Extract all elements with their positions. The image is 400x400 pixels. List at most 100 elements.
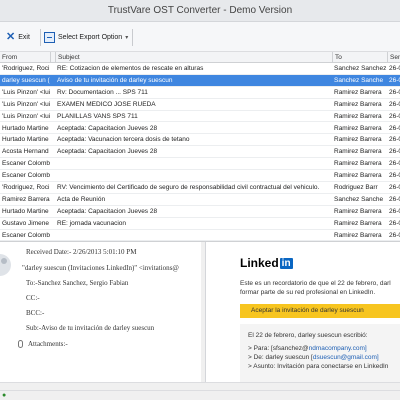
column-header-subject[interactable]: Subject	[55, 52, 332, 63]
to-line: To:-Sanchez Sanchez, Sergio Fabian	[26, 279, 129, 287]
cell-to: Sanchez Sanche	[334, 195, 384, 203]
cell-from: Acosta Hernand	[2, 148, 49, 156]
cell-from: Hurtado Martine	[2, 207, 49, 215]
cell-to: Ramirez Barrera	[334, 172, 382, 180]
table-row[interactable]: 'Luis Pinzon' <lui Rv: Documentacion ... …	[0, 87, 400, 99]
cell-from: Hurtado Martine	[2, 124, 49, 132]
cell-from: Gustavo Jimene	[2, 219, 49, 227]
message-list: From Subject To Sent 'Rodriguez, Roci RE:…	[0, 52, 400, 241]
table-row[interactable]: Ramirez Barrera Acta de Reunión Sanchez Sa…	[0, 194, 400, 206]
cell-from: Escaner Colomb	[2, 160, 50, 168]
cell-from: 'Luis Pinzon' <lui	[2, 88, 50, 96]
cell-to: Rodriguez Barr	[334, 184, 378, 191]
table-row[interactable]: Escaner Colomb Ramirez Barrera 26-0	[0, 230, 400, 241]
quoted-from-link[interactable]: dsuescun@gmail.com]	[313, 354, 379, 361]
cell-sent: 26-0	[389, 136, 400, 144]
cell-from: Hurtado Martine	[2, 136, 49, 144]
cell-sent: 26-0	[389, 148, 400, 156]
toolbar: ✕ Exit Select Export Option ▾	[0, 22, 400, 52]
cell-subject: RE: Cotizacion de elementos de rescate e…	[57, 65, 204, 72]
status-bar: ●	[0, 390, 400, 400]
cell-sent: 26-0	[389, 65, 400, 72]
toolbar-divider	[40, 29, 41, 46]
quoted-header: El 22 de febrero, darley suescun escribi…	[248, 332, 368, 339]
cell-to: Ramirez Barrera	[334, 219, 382, 227]
cell-to: Ramirez Barrera	[334, 136, 382, 144]
export-icon	[44, 32, 55, 43]
cell-sent: 26-0	[389, 124, 400, 132]
cell-subject: EXAMEN MEDICO JOSE RUEDA	[57, 100, 156, 108]
avatar	[0, 254, 11, 276]
table-row[interactable]: 'Rodriguez, Roci RV: Vencimiento del Cert…	[0, 182, 400, 194]
cell-subject: RV: Vencimiento del Certificado de segur…	[57, 184, 320, 191]
cell-to: Ramirez Barrera	[334, 148, 382, 156]
cell-from: 'Luis Pinzon' <lui	[2, 100, 50, 108]
table-row[interactable]: 'Rodriguez, Roci RE: Cotizacion de elemen…	[0, 63, 400, 75]
status-icon: ●	[2, 392, 7, 399]
table-row[interactable]: Gustavo Jimene RE: jornada vacunacion Rami…	[0, 218, 400, 230]
cell-sent: 26-0	[389, 207, 400, 215]
title-bar: TrustVare OST Converter - Demo Version	[0, 0, 400, 22]
cell-sent: 26-0	[389, 231, 400, 239]
table-row[interactable]: Hurtado Martine Aceptada: Vacunacion terc…	[0, 134, 400, 147]
table-row[interactable]: Acosta Hernand Aceptada: Capacitacion Jue…	[0, 146, 400, 159]
message-details-pane: Received Date:- 2/26/2013 5:01:10 PM "da…	[0, 242, 205, 382]
cell-subject	[55, 230, 332, 241]
cell-sent: 26-0	[389, 219, 400, 227]
cell-subject: Aviso de tu invitación de darley suescun	[57, 76, 173, 84]
bcc-line: BCC:-	[26, 309, 45, 317]
intro-line-1: Este es un recordatorio de que el 22 de …	[240, 280, 391, 287]
cell-subject	[55, 170, 332, 181]
exit-label: Exit	[18, 34, 30, 41]
cell-to: Ramirez Barrera	[334, 207, 382, 215]
cell-sent: 26-0	[389, 88, 400, 96]
cell-subject: PLANILLAS VANS SPS 711	[57, 112, 138, 120]
exit-button[interactable]: ✕ Exit	[6, 30, 30, 45]
select-export-option-button[interactable]: Select Export Option ▾	[44, 30, 128, 45]
cell-sent: 26-0	[389, 160, 400, 168]
cell-subject	[55, 158, 332, 169]
table-row[interactable]: Hurtado Martine Aceptada: Capacitacion Ju…	[0, 206, 400, 218]
table-row[interactable]: Hurtado Martine Aceptada: Capacitacion Ju…	[0, 123, 400, 135]
quoted-to-line: > Para: [sfsanchez@ndmacompany.com]	[248, 345, 367, 352]
cell-from: Ramirez Barrera	[2, 195, 50, 203]
cell-from: 'Rodriguez, Roci	[2, 184, 50, 191]
cell-sent: 26-0	[389, 100, 400, 108]
quoted-subject-line: > Asunto: Invitación para conectarse en …	[248, 363, 389, 370]
chevron-down-icon: ▾	[125, 35, 129, 41]
horizontal-scrollbar[interactable]	[0, 382, 400, 390]
table-row[interactable]: Escaner Colomb Ramirez Barrera 26-0	[0, 158, 400, 171]
column-header-from[interactable]: From	[0, 52, 50, 63]
cell-sent: 26-0	[389, 112, 400, 120]
linkedin-logo: Linked in	[240, 256, 293, 270]
cell-to: Sanchez Sanche	[334, 76, 384, 84]
quoted-message-box: El 22 de febrero, darley suescun escribi…	[240, 324, 400, 382]
paperclip-icon	[18, 340, 23, 348]
cell-to: Ramirez Barrera	[334, 112, 382, 120]
cell-from: 'Rodriguez, Roci	[2, 65, 50, 72]
quoted-to-link[interactable]: ndmacompany.com]	[309, 345, 367, 352]
cell-to: Ramirez Barrera	[334, 100, 382, 108]
attachments-line: Attachments:-	[28, 340, 68, 348]
cell-to: Ramirez Barrera	[334, 88, 382, 96]
window-title: TrustVare OST Converter - Demo Version	[107, 5, 293, 16]
table-row[interactable]: 'Luis Pinzon' <lui PLANILLAS VANS SPS 711…	[0, 111, 400, 123]
cell-from: Escaner Colomb	[2, 231, 50, 239]
table-row[interactable]: Escaner Colomb Ramirez Barrera 26-0	[0, 170, 400, 182]
subject-line: Sub:-Aviso de tu invitación de darley su…	[26, 324, 155, 332]
cell-sent: 26-0	[389, 184, 400, 191]
cell-subject: Rv: Documentacion ... SPS 711	[57, 88, 148, 96]
column-header-sent[interactable]: Sent	[387, 52, 400, 63]
table-row[interactable]: 'Luis Pinzon' <lui EXAMEN MEDICO JOSE RUE…	[0, 99, 400, 111]
accept-invitation-button[interactable]: Aceptar la invitación de darley suescun	[240, 304, 400, 318]
table-row[interactable]: darley suescun ( Aviso de tu invitación d…	[0, 74, 400, 87]
cell-from: 'Luis Pinzon' <lui	[2, 112, 50, 120]
cell-to: Sanchez Sanchez	[334, 65, 387, 72]
quoted-from-text: > De: darley suescun [	[248, 354, 313, 361]
sender-line: "darley suescun (Invitaciones LinkedIn)"…	[22, 264, 179, 272]
column-header-to[interactable]: To	[332, 52, 387, 63]
close-icon: ✕	[6, 31, 16, 43]
cell-from: darley suescun (	[2, 76, 50, 84]
export-label: Select Export Option	[58, 34, 123, 41]
cell-subject: Acta de Reunión	[57, 195, 106, 203]
